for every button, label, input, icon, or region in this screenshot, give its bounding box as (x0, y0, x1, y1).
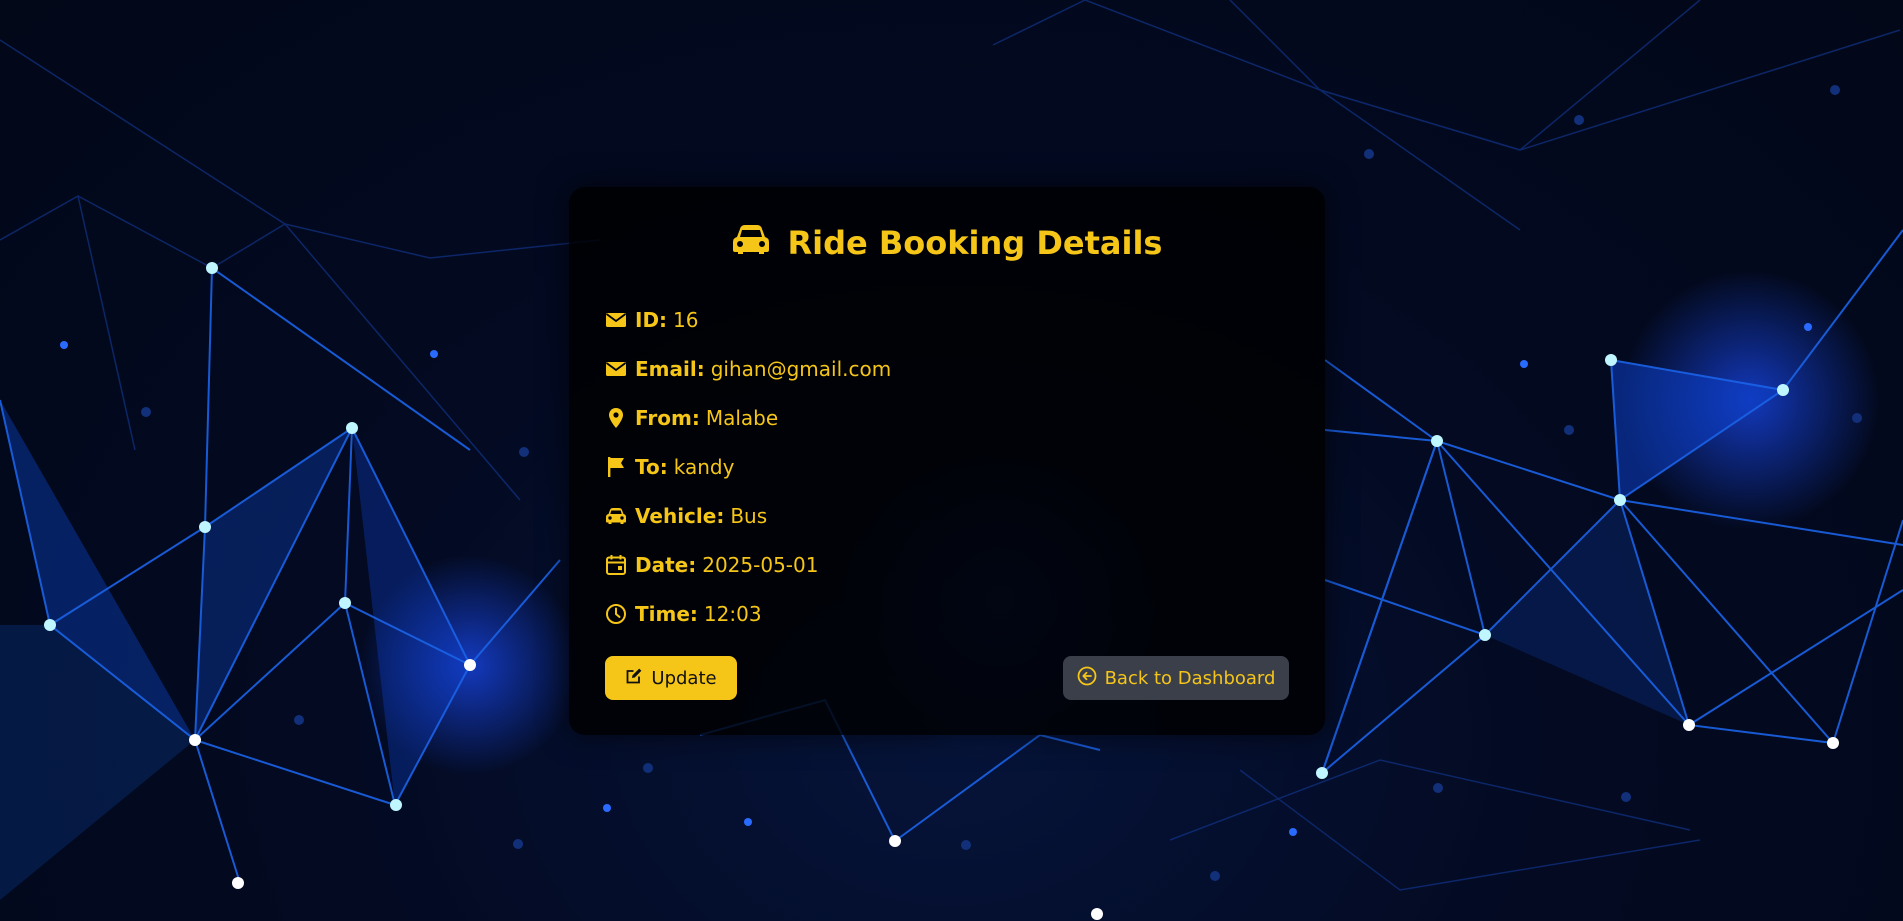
detail-value: Bus (730, 503, 768, 528)
detail-value: 2025-05-01 (702, 552, 819, 577)
detail-row-id: ID: 16 (605, 295, 891, 344)
detail-label: Time: (635, 601, 698, 626)
detail-value: 16 (673, 307, 699, 332)
detail-label: Vehicle: (635, 503, 725, 528)
detail-label: Date: (635, 552, 697, 577)
detail-value: gihan@gmail.com (710, 356, 892, 381)
calendar-icon (605, 554, 627, 576)
flag-icon (605, 456, 627, 478)
car-icon (605, 505, 627, 527)
detail-label: To: (635, 454, 668, 479)
page: Ride Booking Details ID: 16 Email: gihan… (0, 0, 1903, 921)
clock-icon (605, 603, 627, 625)
arrow-left-circle-icon (1077, 666, 1097, 691)
detail-value: 12:03 (703, 601, 762, 626)
detail-row-email: Email: gihan@gmail.com (605, 344, 891, 393)
back-button-label: Back to Dashboard (1104, 667, 1276, 689)
card-title-text: Ride Booking Details (787, 224, 1163, 262)
ride-booking-card: Ride Booking Details ID: 16 Email: gihan… (569, 187, 1325, 735)
detail-label: Email: (635, 356, 705, 381)
detail-row-vehicle: Vehicle: Bus (605, 491, 891, 540)
detail-row-to: To: kandy (605, 442, 891, 491)
details-list: ID: 16 Email: gihan@gmail.com From: Mala… (605, 295, 891, 638)
detail-row-time: Time: 12:03 (605, 589, 891, 638)
detail-label: From: (635, 405, 700, 430)
envelope-icon (605, 309, 627, 331)
car-icon (732, 223, 770, 263)
map-pin-icon (605, 407, 627, 429)
edit-icon (625, 667, 643, 690)
update-button-label: Update (651, 667, 717, 689)
envelope-icon (605, 358, 627, 380)
detail-row-from: From: Malabe (605, 393, 891, 442)
update-button[interactable]: Update (605, 656, 737, 700)
detail-value: kandy (673, 454, 735, 479)
detail-label: ID: (635, 307, 668, 332)
detail-value: Malabe (705, 405, 779, 430)
back-to-dashboard-button[interactable]: Back to Dashboard (1063, 656, 1289, 700)
detail-row-date: Date: 2025-05-01 (605, 540, 891, 589)
card-title: Ride Booking Details (569, 223, 1325, 263)
